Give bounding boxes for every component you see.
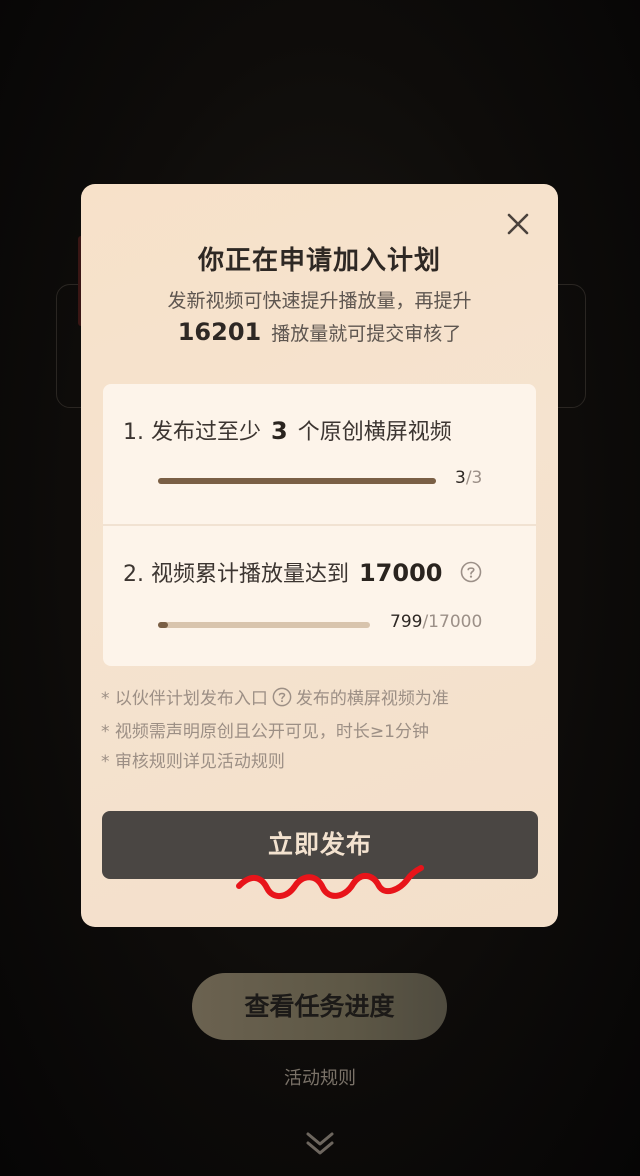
double-chevron-down-icon[interactable] xyxy=(302,1128,338,1158)
red-squiggle-annotation xyxy=(236,865,424,899)
task-suffix: 个原创横屏视频 xyxy=(297,420,452,445)
progress-total: /17000 xyxy=(422,612,483,632)
note-line: * 审核规则详见活动规则 xyxy=(101,752,285,772)
progress-total: /3 xyxy=(465,468,483,488)
note-text: * 以伙伴计划发布入口 xyxy=(101,689,268,709)
note-text: 发布的横屏视频为准 xyxy=(295,689,449,709)
task-prefix: 2. 视频累计播放量达到 xyxy=(123,562,349,587)
task-highlight: 17000 xyxy=(358,559,443,587)
notes: * 以伙伴计划发布入口 发布的横屏视频为准 * 视频需声明原创且公开可见，时长≥1… xyxy=(101,684,449,777)
modal-title: 你正在申请加入计划 xyxy=(197,246,441,276)
progress-count: 3/3 xyxy=(455,468,482,488)
progress-current: 3 xyxy=(455,468,466,488)
modal-subtitle-line1: 发新视频可快速提升播放量，再提升 xyxy=(167,290,472,312)
task-item: 1. 发布过至少 3 个原创横屏视频 3/3 xyxy=(103,384,536,524)
activity-rules-link[interactable]: 活动规则 xyxy=(0,1064,640,1090)
task-text: 2. 视频累计播放量达到 17000 xyxy=(123,556,482,589)
apply-plan-modal: 你正在申请加入计划 发新视频可快速提升播放量，再提升 16201 播放量就可提交审… xyxy=(81,184,558,927)
task-text: 1. 发布过至少 3 个原创横屏视频 xyxy=(123,414,452,446)
remaining-views-number: 16201 xyxy=(177,318,262,346)
note-line: * 以伙伴计划发布入口 发布的横屏视频为准 xyxy=(101,684,449,717)
progress-count: 799/17000 xyxy=(390,612,482,632)
note-line: * 视频需声明原创且公开可见，时长≥1分钟 xyxy=(101,722,429,742)
progress-bar xyxy=(158,478,436,484)
question-circle-icon[interactable] xyxy=(272,687,292,717)
question-circle-icon[interactable] xyxy=(460,561,482,589)
task-highlight: 3 xyxy=(270,417,288,445)
task-prefix: 1. 发布过至少 xyxy=(123,420,261,445)
progress-fill xyxy=(158,622,168,628)
subtitle-rest: 播放量就可提交审核了 xyxy=(271,323,462,345)
view-task-progress-button[interactable]: 查看任务进度 xyxy=(192,973,447,1040)
close-icon[interactable] xyxy=(504,210,532,238)
task-item: 2. 视频累计播放量达到 17000 799/17000 xyxy=(103,526,536,666)
task-card: 1. 发布过至少 3 个原创横屏视频 3/3 2. 视频累计播放量达到 17000 7… xyxy=(103,384,536,666)
progress-fill xyxy=(158,478,436,484)
progress-current: 799 xyxy=(390,612,423,632)
progress-bar xyxy=(158,622,370,628)
modal-subtitle-line2: 16201 播放量就可提交审核了 xyxy=(81,318,558,346)
